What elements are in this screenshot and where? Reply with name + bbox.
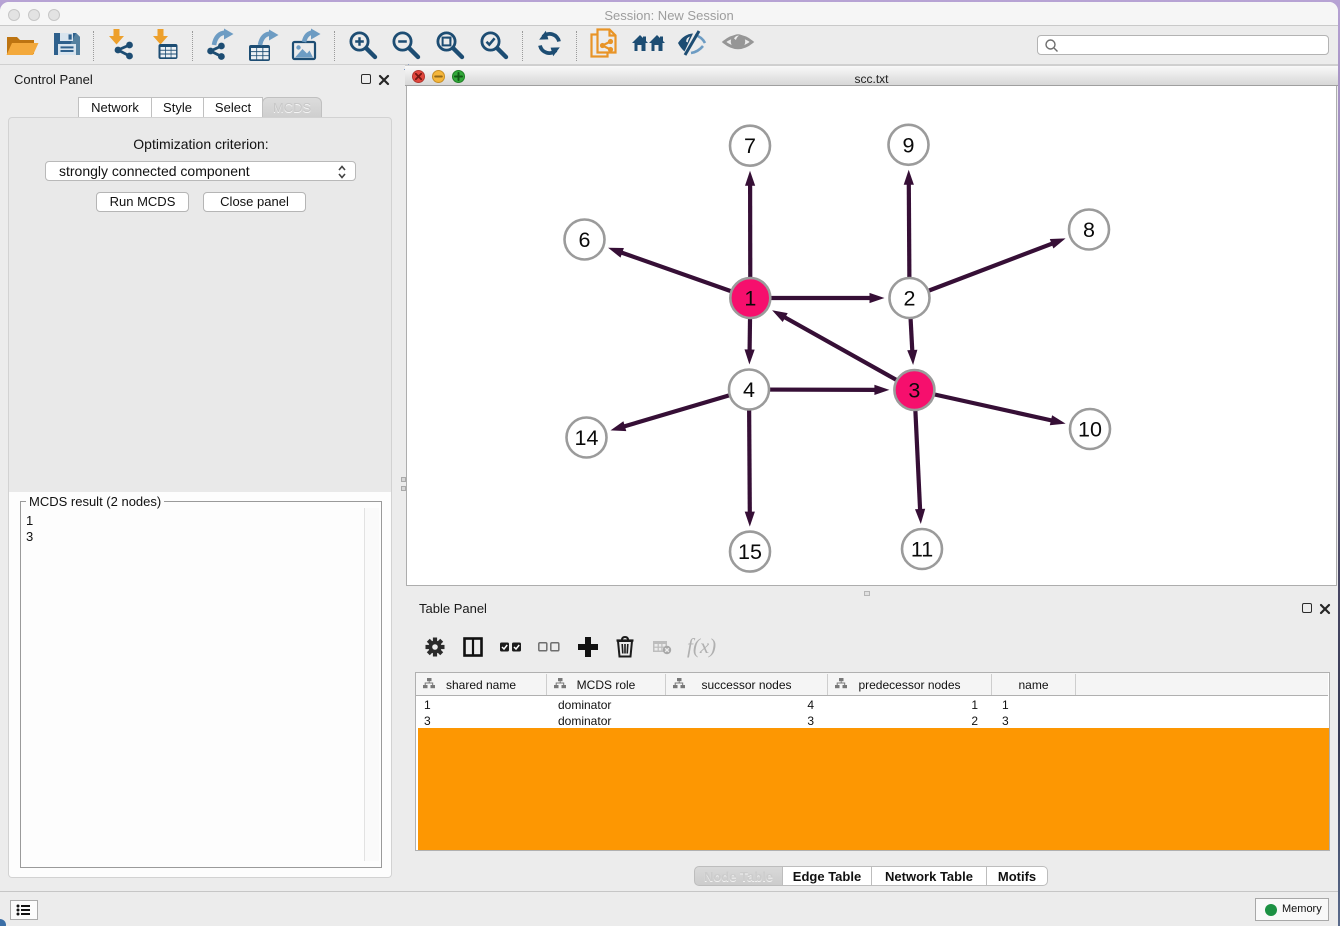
svg-text:8: 8: [1083, 218, 1095, 242]
svg-text:6: 6: [579, 228, 591, 252]
svg-text:1: 1: [744, 287, 756, 311]
svg-text:9: 9: [903, 133, 915, 157]
svg-text:10: 10: [1078, 418, 1102, 442]
svg-text:14: 14: [575, 426, 599, 450]
svg-text:15: 15: [738, 540, 762, 564]
svg-text:7: 7: [744, 134, 756, 158]
svg-text:2: 2: [904, 287, 916, 311]
svg-text:3: 3: [908, 379, 920, 403]
svg-text:4: 4: [743, 378, 755, 402]
svg-text:11: 11: [911, 538, 933, 562]
